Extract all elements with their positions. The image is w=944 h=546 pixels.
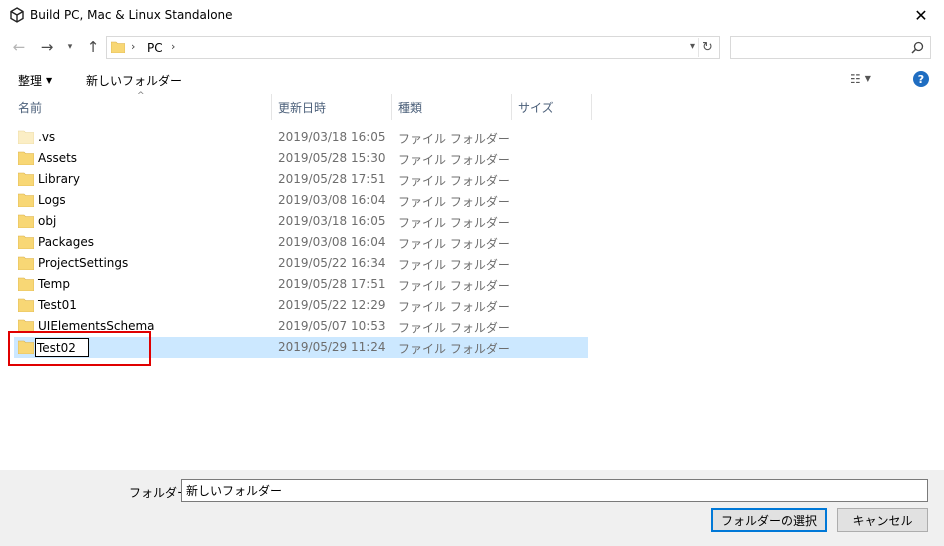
select-folder-button[interactable]: フォルダーの選択 (711, 508, 827, 532)
file-name: Assets (38, 151, 78, 165)
file-type: ファイル フォルダー (398, 195, 510, 209)
highlight-box (8, 331, 151, 366)
file-date: 2019/03/18 16:05 (278, 130, 386, 144)
organize-button[interactable]: 整理 ▼ (18, 72, 52, 89)
file-date: 2019/03/08 16:04 (278, 235, 386, 249)
folder-icon (18, 256, 34, 270)
up-arrow-icon[interactable]: ↑ (83, 37, 103, 57)
footer-panel: フォルダー: フォルダーの選択 キャンセル (0, 470, 944, 546)
file-type: ファイル フォルダー (398, 279, 510, 293)
search-input[interactable] (731, 37, 906, 58)
organize-label: 整理 (18, 74, 43, 88)
folder-icon (18, 235, 34, 249)
new-folder-button[interactable]: 新しいフォルダー (86, 72, 182, 89)
file-type: ファイル フォルダー (398, 174, 510, 188)
file-name: ProjectSettings (38, 256, 129, 270)
chevron-right-icon[interactable]: › (171, 40, 175, 53)
list-item[interactable]: Temp 2019/05/28 17:51 ファイル フォルダー (14, 274, 588, 295)
column-header: ^ 名前 更新日時 種類 サイズ (0, 91, 944, 120)
search-icon[interactable] (911, 41, 924, 54)
view-options-button[interactable]: ☷ ▼ (850, 72, 871, 86)
folder-icon (18, 130, 34, 144)
folder-icon (18, 214, 34, 228)
back-arrow-icon[interactable]: ← (9, 37, 29, 57)
list-item[interactable]: Test01 2019/05/22 12:29 ファイル フォルダー (14, 295, 588, 316)
command-bar: 整理 ▼ 新しいフォルダー ☷ ▼ ? (0, 64, 944, 94)
file-name: Library (38, 172, 80, 186)
chevron-down-icon[interactable]: ▾ (690, 41, 695, 52)
file-date: 2019/05/22 12:29 (278, 298, 386, 312)
help-icon[interactable]: ? (913, 71, 929, 87)
file-date: 2019/05/28 17:51 (278, 172, 386, 186)
title-bar: Build PC, Mac & Linux Standalone ✕ (0, 0, 944, 30)
file-type: ファイル フォルダー (398, 342, 510, 356)
file-date: 2019/05/29 11:24 (278, 340, 386, 354)
caret-down-icon: ▼ (46, 76, 53, 85)
list-item[interactable]: ProjectSettings 2019/05/22 16:34 ファイル フォ… (14, 253, 588, 274)
details-view-icon: ☷ (850, 72, 861, 86)
refresh-icon[interactable]: ↻ (698, 38, 716, 57)
breadcrumb-pc[interactable]: PC (147, 41, 163, 55)
chevron-right-icon: › (131, 40, 136, 53)
file-date: 2019/05/22 16:34 (278, 256, 386, 270)
folder-icon (18, 277, 34, 291)
file-date: 2019/05/28 17:51 (278, 277, 386, 291)
folder-icon (18, 151, 34, 165)
file-name: Packages (38, 235, 94, 249)
list-item[interactable]: .vs 2019/03/18 16:05 ファイル フォルダー (14, 127, 588, 148)
folder-icon (18, 193, 34, 207)
folder-icon (18, 172, 34, 186)
window-title: Build PC, Mac & Linux Standalone (30, 8, 233, 22)
column-type[interactable]: 種類 (392, 94, 512, 120)
unity-icon (10, 7, 24, 23)
file-name: Test01 (38, 298, 77, 312)
file-name: Logs (38, 193, 66, 207)
file-name: .vs (38, 130, 56, 144)
file-type: ファイル フォルダー (398, 216, 510, 230)
file-type: ファイル フォルダー (398, 153, 510, 167)
file-date: 2019/03/18 16:05 (278, 214, 386, 228)
file-type: ファイル フォルダー (398, 237, 510, 251)
list-item[interactable]: Logs 2019/03/08 16:04 ファイル フォルダー (14, 190, 588, 211)
folder-icon (111, 41, 125, 53)
recent-locations-chevron-icon[interactable]: ▾ (63, 37, 77, 57)
column-size[interactable]: サイズ (512, 94, 592, 120)
column-date[interactable]: 更新日時 (272, 94, 392, 120)
column-name[interactable]: 名前 (12, 94, 272, 120)
folder-icon (18, 298, 34, 312)
file-name: Temp (38, 277, 70, 291)
forward-arrow-icon[interactable]: → (37, 37, 57, 57)
file-type: ファイル フォルダー (398, 300, 510, 314)
address-row: ← → ▾ ↑ › PC › ▾ ↻ (0, 30, 944, 64)
close-icon[interactable]: ✕ (898, 0, 944, 30)
file-type: ファイル フォルダー (398, 321, 510, 335)
file-type: ファイル フォルダー (398, 132, 510, 146)
search-box[interactable] (730, 36, 931, 59)
file-type: ファイル フォルダー (398, 258, 510, 272)
folder-name-input[interactable] (181, 479, 928, 502)
file-date: 2019/05/07 10:53 (278, 319, 386, 333)
list-item[interactable]: obj 2019/03/18 16:05 ファイル フォルダー (14, 211, 588, 232)
file-date: 2019/03/08 16:04 (278, 193, 386, 207)
cancel-button[interactable]: キャンセル (837, 508, 928, 532)
list-item[interactable]: Assets 2019/05/28 15:30 ファイル フォルダー (14, 148, 588, 169)
file-name: obj (38, 214, 57, 228)
address-bar[interactable]: › PC › ▾ ↻ (106, 36, 720, 59)
list-item[interactable]: Library 2019/05/28 17:51 ファイル フォルダー (14, 169, 588, 190)
caret-down-icon: ▼ (864, 74, 871, 83)
file-date: 2019/05/28 15:30 (278, 151, 386, 165)
list-item[interactable]: Packages 2019/03/08 16:04 ファイル フォルダー (14, 232, 588, 253)
